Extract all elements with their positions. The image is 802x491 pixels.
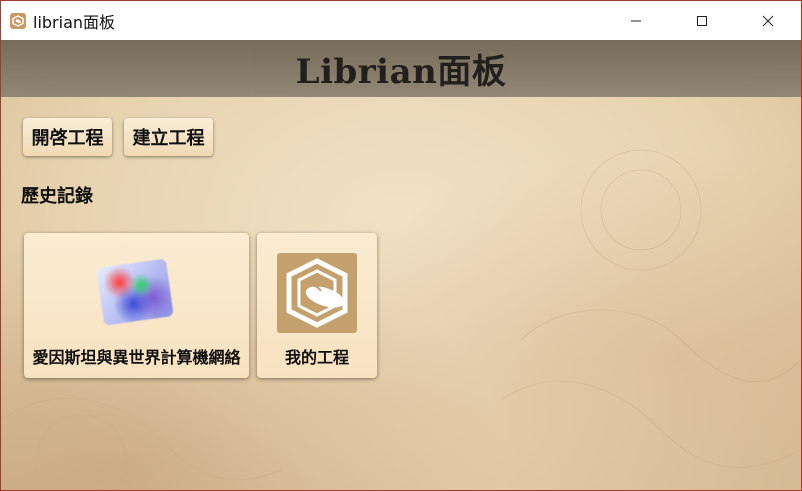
open-project-button[interactable]: 開啓工程 — [23, 118, 112, 156]
history-card-label: 我的工程 — [284, 348, 349, 367]
minimize-icon — [631, 20, 641, 21]
maximize-icon — [697, 15, 707, 26]
close-icon — [762, 15, 774, 26]
history-heading: 歷史記錄 — [21, 186, 93, 207]
history-card-einstein[interactable]: 愛因斯坦與異世界計算機網絡 — [24, 233, 249, 378]
project-thumbnail — [96, 258, 174, 326]
page-title: Librian面板 — [295, 52, 507, 92]
history-card-label: 愛因斯坦與異世界計算機網絡 — [32, 348, 241, 367]
close-button[interactable] — [735, 1, 801, 40]
window-controls — [603, 1, 801, 40]
maximize-button[interactable] — [669, 1, 735, 40]
title-bar[interactable]: librian面板 — [1, 1, 801, 40]
app-window: librian面板 Librian面板 開啓工程 建立工程 歷史記錄 愛因斯坦與… — [0, 0, 802, 491]
history-card-my-project[interactable]: 我的工程 — [257, 233, 377, 378]
librian-logo-icon — [277, 253, 357, 333]
librian-app-icon — [10, 12, 26, 29]
window-title: librian面板 — [33, 12, 116, 32]
main-panel: Librian面板 開啓工程 建立工程 歷史記錄 愛因斯坦與異世界計算機網絡 我… — [1, 40, 801, 490]
header-band: Librian面板 — [1, 40, 801, 97]
create-project-button[interactable]: 建立工程 — [124, 118, 213, 156]
minimize-button[interactable] — [603, 1, 669, 40]
